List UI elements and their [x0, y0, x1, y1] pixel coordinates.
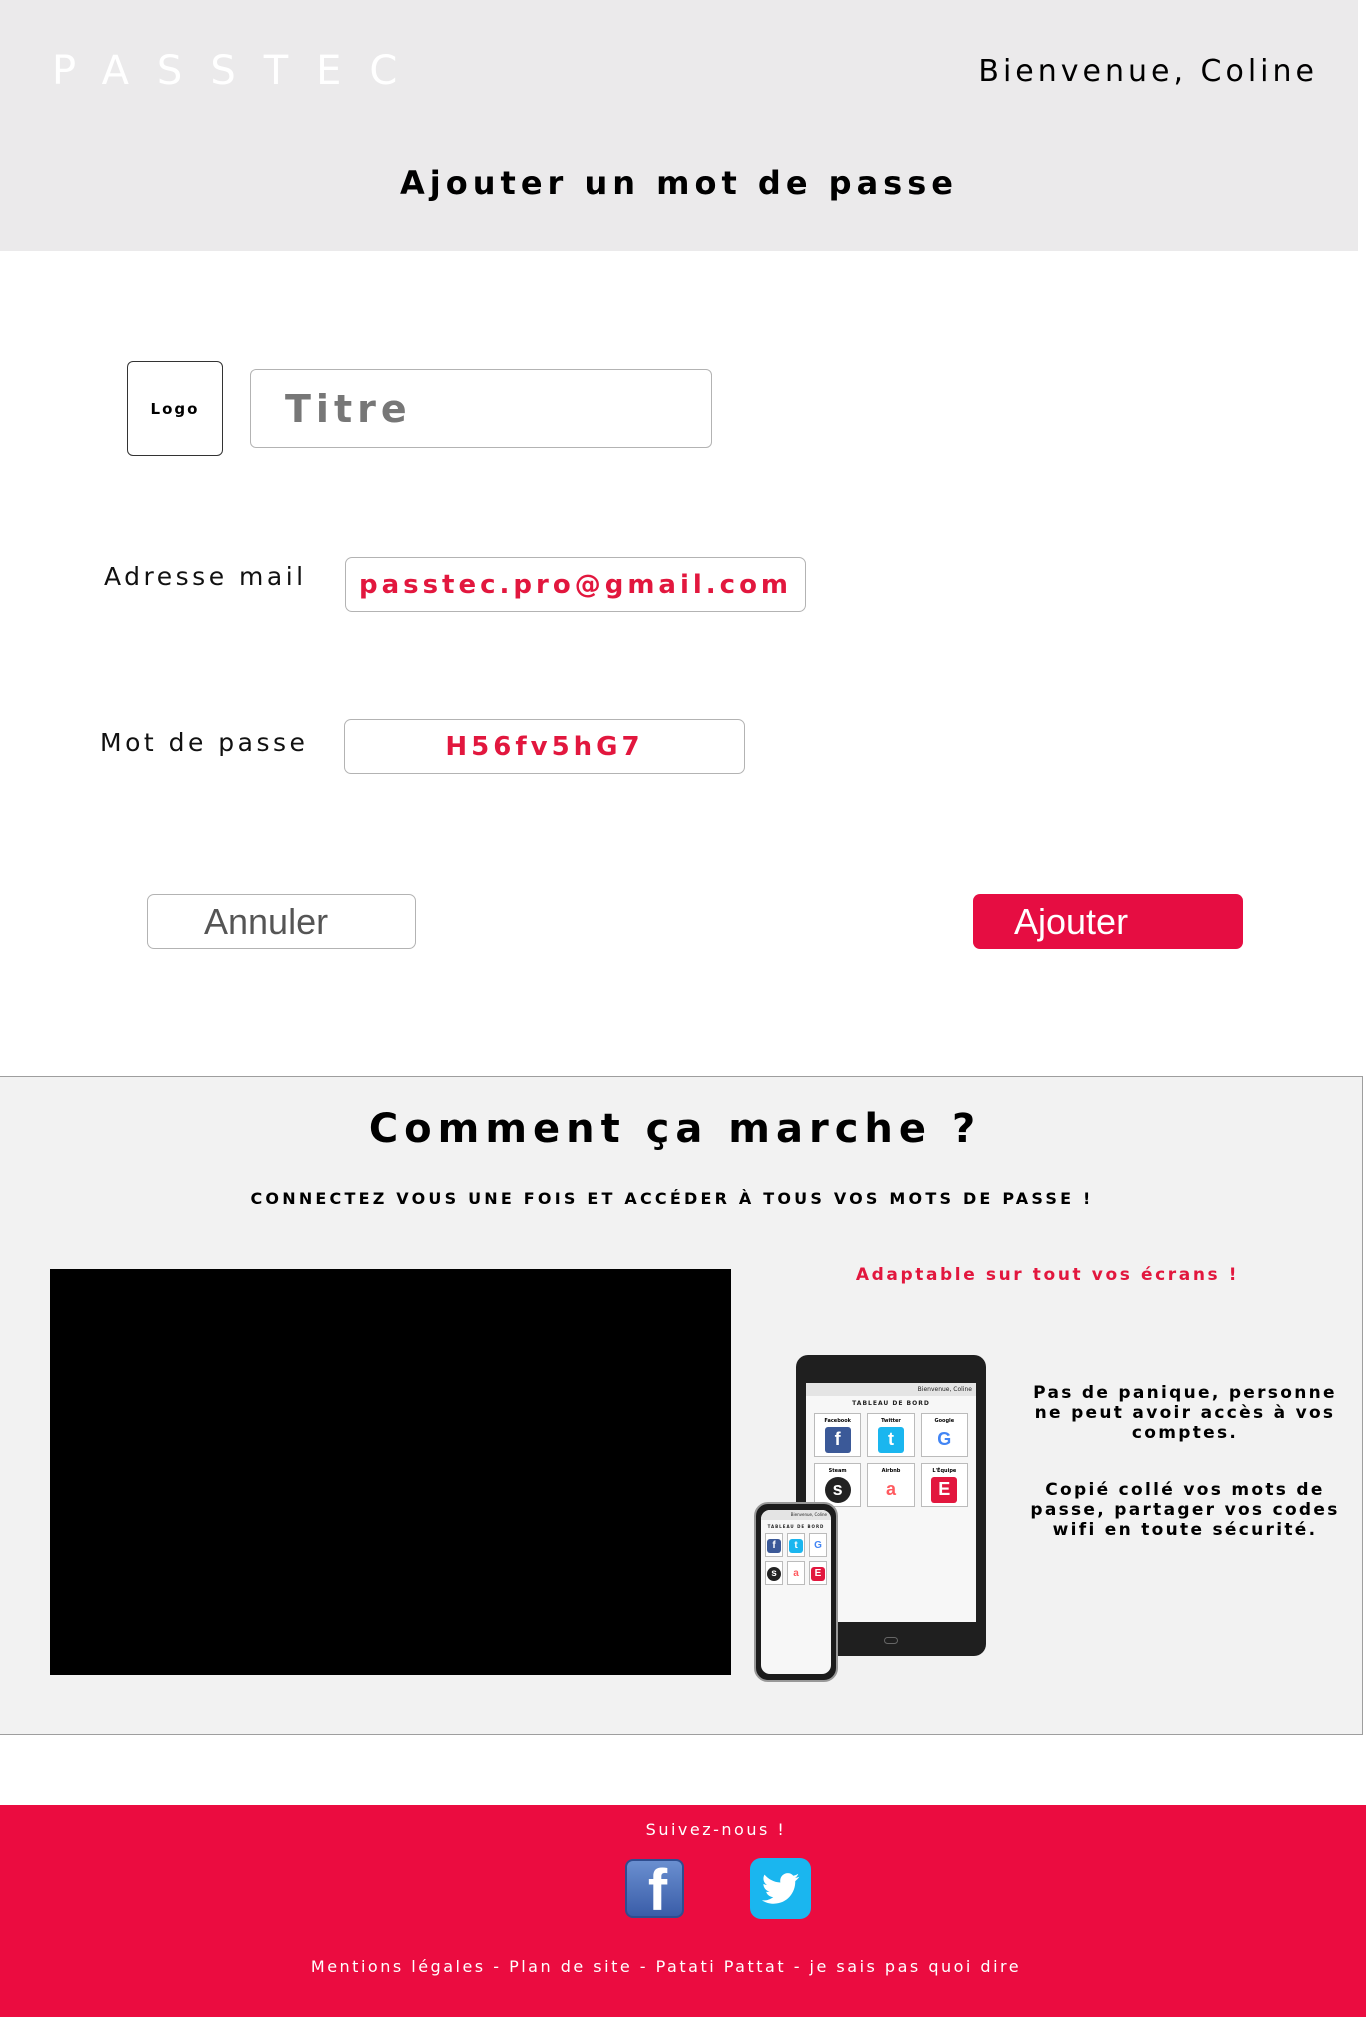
facebook-icon: f [767, 1538, 781, 1553]
follow-us-text: Suivez-nous ! [645, 1820, 787, 1839]
preview-tile: f [765, 1533, 783, 1557]
share-text: Copié collé vos mots de passe, partager … [1030, 1480, 1340, 1540]
preview-tile: a [787, 1561, 805, 1585]
preview-tile-label: Airbnb [881, 1467, 901, 1474]
preview-tile: E [809, 1561, 827, 1585]
preview-tile: Airbnb a [867, 1463, 915, 1507]
email-value: passtec.pro@gmail.com [358, 569, 793, 600]
logo-upload-button[interactable]: Logo [127, 361, 223, 456]
cancel-button-label: Annuler [204, 900, 329, 942]
password-field[interactable]: H56fv5hG7 [344, 719, 745, 774]
adaptable-text: Adaptable sur tout vos écrans ! [855, 1265, 1240, 1285]
facebook-icon[interactable]: f [625, 1859, 684, 1918]
preview-tile: Google G [920, 1413, 968, 1457]
phone-mockup: Bienvenue, Coline TABLEAU DE BORD f t G … [754, 1502, 838, 1682]
preview-tile: G [809, 1533, 827, 1557]
phone-screen: Bienvenue, Coline TABLEAU DE BORD f t G … [761, 1510, 831, 1674]
phone-preview-header: Bienvenue, Coline [761, 1510, 831, 1520]
tablet-preview-grid: Facebook f Twitter t Google G Steam s Airbnb… [806, 1407, 976, 1513]
preview-tile: Twitter t [867, 1413, 915, 1457]
logo-upload-label: Logo [150, 399, 200, 418]
email-label: Adresse mail [104, 562, 307, 591]
preview-tile: s [765, 1561, 783, 1585]
header [0, 0, 1358, 251]
twitter-icon[interactable] [750, 1858, 811, 1919]
section-subtitle: CONNECTEZ VOUS UNE FOIS ET ACCÉDER À TOU… [250, 1189, 1094, 1208]
preview-tile-label: Google [934, 1417, 955, 1424]
brand-name: PASSTEC [52, 48, 426, 94]
twitter-icon: t [789, 1538, 803, 1553]
airbnb-icon: a [789, 1566, 803, 1581]
section-title: Comment ça marche ? [368, 1106, 982, 1152]
phone-preview-grid: f t G s a E [761, 1529, 831, 1589]
twitter-icon: t [877, 1426, 904, 1453]
welcome-text: Bienvenue, Coline [978, 54, 1318, 89]
add-button-label: Ajouter [1014, 900, 1129, 942]
title-placeholder: Titre [285, 386, 412, 431]
preview-tile-label: Steam [828, 1467, 847, 1474]
preview-tile-label: Twitter [881, 1417, 901, 1424]
add-button[interactable]: Ajouter [973, 894, 1243, 949]
email-field[interactable]: passtec.pro@gmail.com [345, 557, 806, 612]
google-icon: G [931, 1426, 958, 1453]
google-icon: G [811, 1538, 825, 1553]
phone-preview-title: TABLEAU DE BORD [767, 1524, 825, 1529]
tablet-preview-title: TABLEAU DE BORD [852, 1400, 930, 1407]
preview-tile: Facebook f [814, 1413, 862, 1457]
preview-tile: L'Équipe E [920, 1463, 968, 1507]
preview-tile-label: Facebook [824, 1417, 851, 1424]
facebook-icon: f [824, 1426, 851, 1453]
brand-logo[interactable]: PASSTEC [48, 46, 408, 96]
lequipe-icon: E [811, 1566, 825, 1581]
airbnb-icon: a [877, 1476, 904, 1503]
preview-tile-label: L'Équipe [932, 1467, 957, 1474]
tablet-preview-header: Bienvenue, Coline [806, 1383, 976, 1396]
password-label: Mot de passe [100, 728, 309, 757]
page-title: Ajouter un mot de passe [400, 164, 958, 202]
steam-icon: s [824, 1476, 851, 1503]
title-input[interactable]: Titre [250, 369, 712, 448]
twitter-bird-icon [761, 1872, 799, 1904]
preview-tile: Steam s [814, 1463, 862, 1507]
steam-icon: s [767, 1566, 781, 1581]
tablet-home-button [884, 1637, 898, 1644]
preview-tile: t [787, 1533, 805, 1557]
password-value: H56fv5hG7 [445, 731, 644, 762]
lequipe-icon: E [931, 1476, 958, 1503]
footer-links[interactable]: Mentions légales - Plan de site - Patati… [0, 1957, 1332, 1976]
security-text: Pas de panique, personne ne peut avoir a… [1033, 1383, 1337, 1443]
video-player[interactable] [50, 1269, 731, 1675]
cancel-button[interactable]: Annuler [147, 894, 416, 949]
